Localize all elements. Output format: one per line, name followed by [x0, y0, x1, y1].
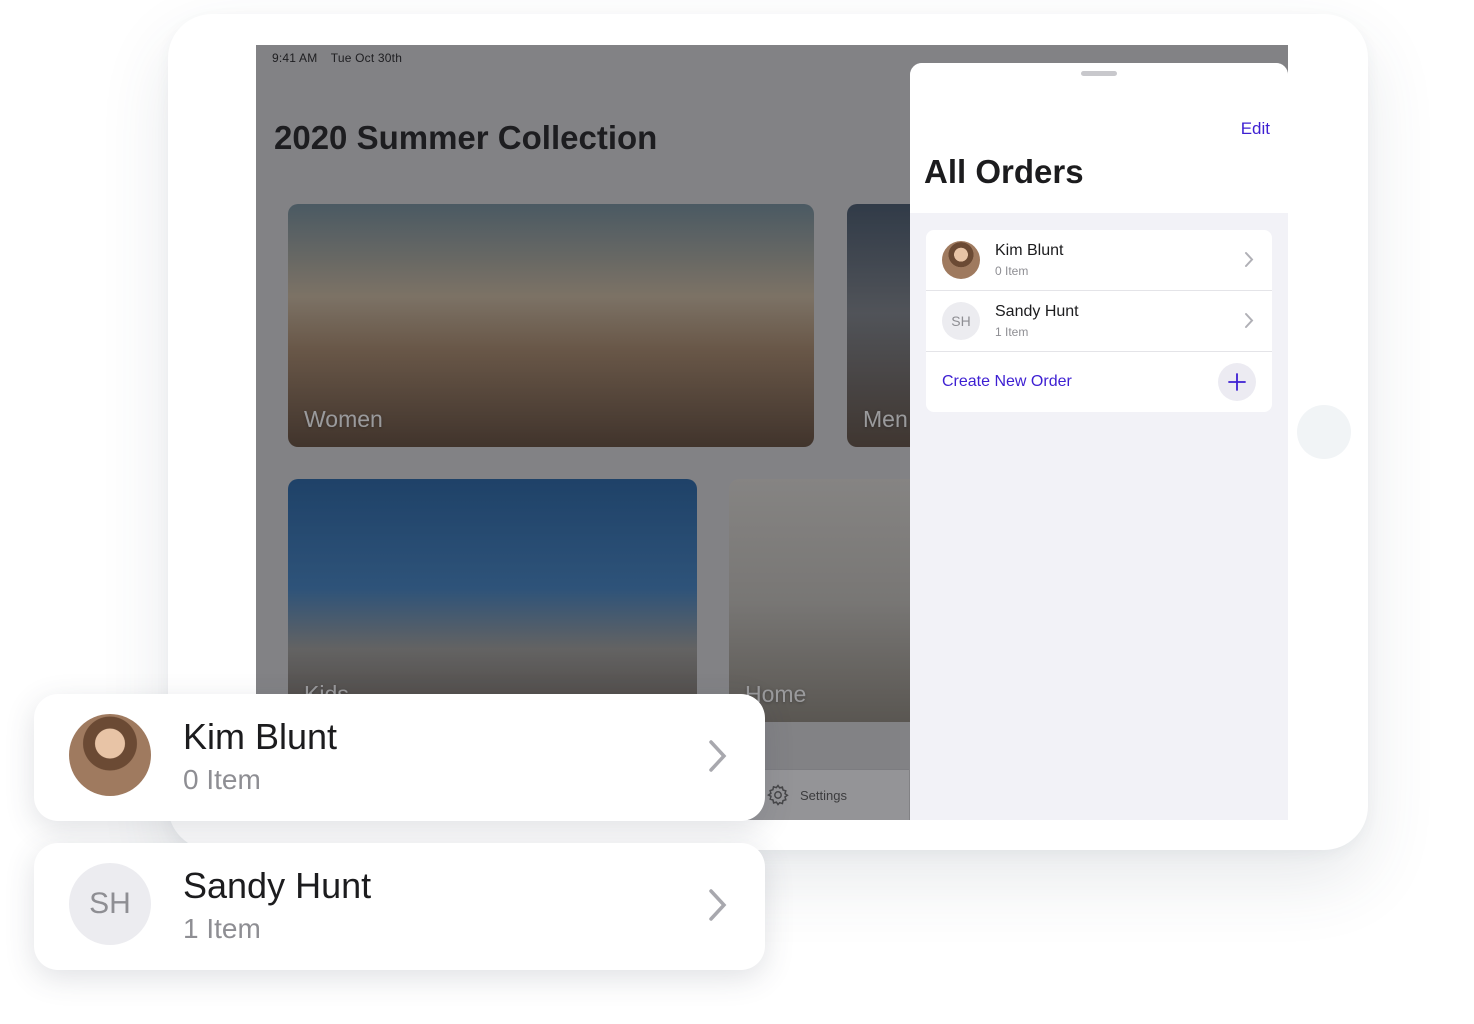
orders-sheet: Edit All Orders Kim Blunt 0 Item SH Sand…: [910, 63, 1288, 820]
chevron-right-icon: [1245, 252, 1254, 267]
avatar-initials: SH: [942, 302, 980, 340]
order-name: Sandy Hunt: [995, 303, 1079, 320]
sheet-header: Edit All Orders: [910, 63, 1288, 213]
highlight-card-kim-blunt[interactable]: Kim Blunt 0 Item: [34, 694, 765, 821]
highlight-name: Kim Blunt: [183, 716, 338, 757]
highlight-card-sandy-hunt[interactable]: SH Sandy Hunt 1 Item: [34, 843, 765, 970]
avatar: [942, 241, 980, 279]
add-order-button[interactable]: [1218, 363, 1256, 401]
order-count: 1 Item: [995, 325, 1029, 339]
create-order-row[interactable]: Create New Order: [926, 352, 1272, 412]
highlight-name: Sandy Hunt: [183, 865, 372, 906]
orders-list: Kim Blunt 0 Item SH Sandy Hunt 1 Item Cr…: [926, 230, 1272, 412]
highlight-count: 1 Item: [183, 913, 261, 944]
edit-button[interactable]: Edit: [1241, 119, 1270, 139]
order-row-sandy-hunt[interactable]: SH Sandy Hunt 1 Item: [926, 291, 1272, 352]
home-button[interactable]: [1297, 405, 1351, 459]
sheet-grabber[interactable]: [1081, 71, 1117, 76]
chevron-right-icon: [1245, 313, 1254, 328]
highlight-count: 0 Item: [183, 764, 261, 795]
chevron-right-icon: [709, 740, 727, 772]
chevron-right-icon: [709, 889, 727, 921]
avatar-initials: SH: [69, 863, 151, 945]
order-count: 0 Item: [995, 264, 1029, 278]
order-name: Kim Blunt: [995, 242, 1064, 259]
create-order-button[interactable]: Create New Order: [942, 373, 1072, 391]
order-row-kim-blunt[interactable]: Kim Blunt 0 Item: [926, 230, 1272, 291]
avatar: [69, 714, 151, 796]
sheet-title: All Orders: [924, 153, 1084, 190]
plus-icon: [1228, 373, 1246, 391]
